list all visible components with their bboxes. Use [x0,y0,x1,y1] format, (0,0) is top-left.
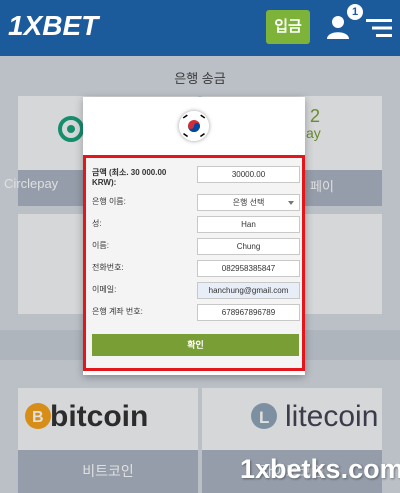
bank-label: 은행 이름: [92,197,126,206]
amount-label: 금액 (최소. 30 000.00 KRW): [92,168,167,187]
top-header: 1XBET 입금 1 [0,0,400,56]
deposit-button[interactable]: 입금 [266,10,310,44]
phone-label: 전화번호: [92,263,124,272]
hamburger-menu-icon[interactable] [366,18,392,38]
phone-input[interactable]: 082958385847 [197,260,300,277]
last-name-row: 성: Han [92,216,300,234]
email-row: 이메일: hanchung@gmail.com [92,282,300,300]
site-watermark: 1xbetks.com [240,454,400,484]
confirm-button[interactable]: 확인 [92,334,299,356]
last-name-input[interactable]: Han [197,216,300,233]
bank-select[interactable]: 은행 선택 [197,194,300,211]
account-label: 은행 계좌 번호: [92,307,143,316]
bank-row: 은행 이름: 은행 선택 [92,194,300,212]
last-name-label: 성: [92,219,102,228]
first-name-label: 이름: [92,241,109,250]
first-name-row: 이름: Chung [92,238,300,256]
first-name-input[interactable]: Chung [197,238,300,255]
amount-row: 금액 (최소. 30 000.00 KRW): 30000.00 [92,166,300,192]
bank-select-value: 은행 선택 [232,198,265,207]
user-icon[interactable] [325,14,351,40]
email-input[interactable]: hanchung@gmail.com [197,282,300,299]
deposit-form: 금액 (최소. 30 000.00 KRW): 30000.00 은행 이름: … [83,155,305,371]
chevron-down-icon [288,201,294,205]
bank-transfer-modal: 금액 (최소. 30 000.00 KRW): 30000.00 은행 이름: … [83,97,305,375]
phone-row: 전화번호: 082958385847 [92,260,300,278]
account-input[interactable]: 678967896789 [197,304,300,321]
amount-input[interactable]: 30000.00 [197,166,300,183]
email-label: 이메일: [92,285,117,294]
korea-flag-icon [179,111,209,141]
account-row: 은행 계좌 번호: 678967896789 [92,304,300,322]
brand-logo[interactable]: 1XBET [8,10,98,42]
notification-badge: 1 [347,4,363,20]
